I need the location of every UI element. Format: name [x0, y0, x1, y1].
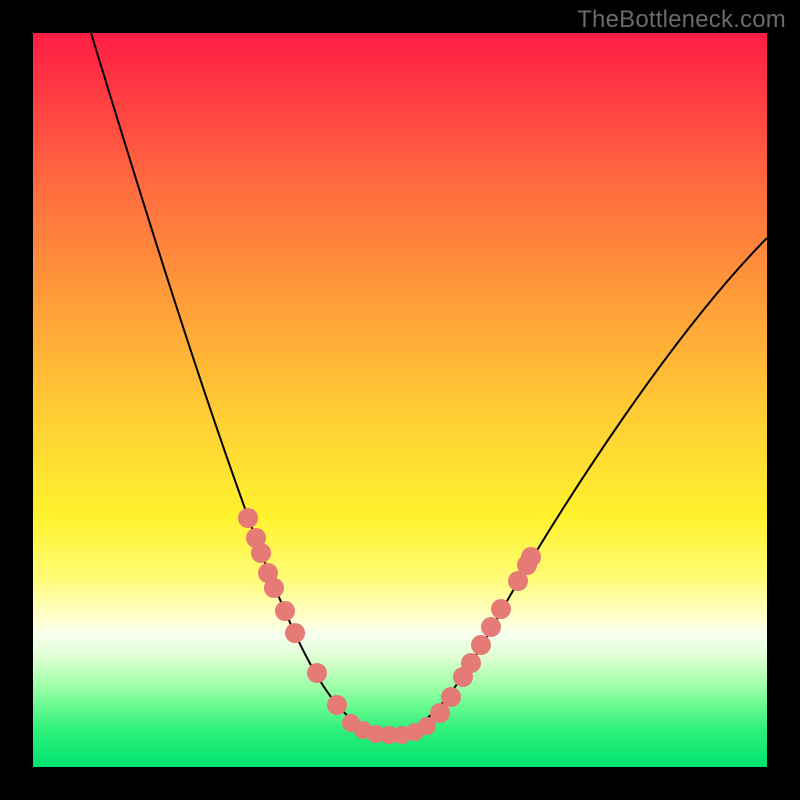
watermark-text: TheBottleneck.com — [577, 6, 786, 34]
data-point — [441, 687, 461, 707]
data-point — [481, 617, 501, 637]
dot-layer — [238, 508, 541, 744]
data-point — [461, 653, 481, 673]
data-point — [491, 599, 511, 619]
data-point — [264, 578, 284, 598]
data-point — [238, 508, 258, 528]
bottleneck-curve — [91, 33, 767, 735]
data-point — [251, 543, 271, 563]
data-point — [521, 547, 541, 567]
data-point — [327, 695, 347, 715]
outer-frame: TheBottleneck.com — [0, 0, 800, 800]
data-point — [275, 601, 295, 621]
data-point — [285, 623, 305, 643]
plot-area — [33, 33, 767, 767]
chart-svg — [33, 33, 767, 767]
data-point — [418, 717, 436, 735]
data-point — [471, 635, 491, 655]
data-point — [307, 663, 327, 683]
